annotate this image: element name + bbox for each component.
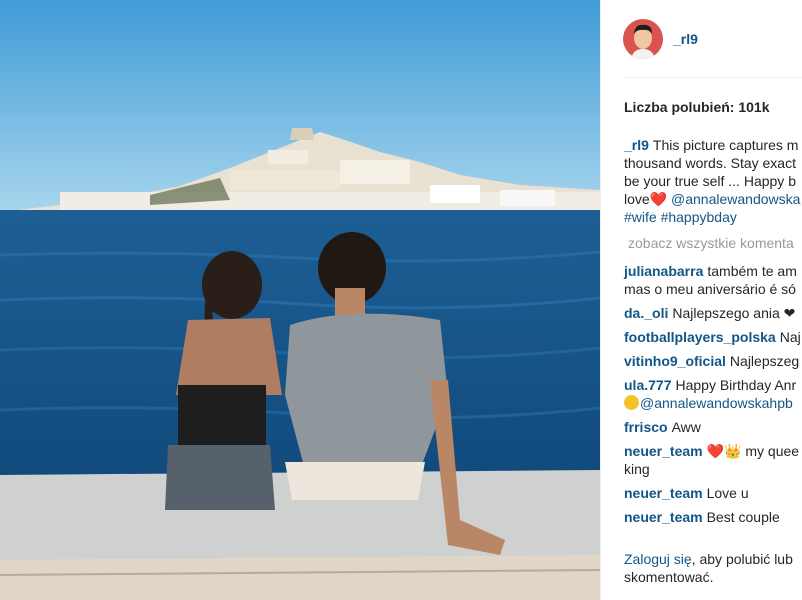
caption-mention[interactable]: @annalewandowska: [671, 191, 800, 207]
caption-text-3: be your true self ... Happy b: [624, 173, 796, 189]
caption-line-4: love❤️ @annalewandowska: [624, 190, 802, 208]
view-all-comments-link[interactable]: zobacz wszystkie komenta: [628, 235, 794, 251]
avatar[interactable]: [623, 19, 663, 59]
comment-item: neuer_team Best couple: [624, 508, 802, 526]
comment-username[interactable]: da._oli: [624, 305, 668, 321]
caption-text-1: This picture captures m: [652, 137, 799, 153]
comment-item: julianabarra também te am mas o meu anive…: [624, 262, 802, 298]
avatar-illustration-icon: [623, 19, 663, 59]
post-username[interactable]: _rl9: [673, 31, 698, 47]
heart-crown-icon: ❤️👑: [706, 443, 742, 459]
comments-list: julianabarra também te am mas o meu anive…: [624, 262, 802, 532]
comment-text: my quee: [745, 443, 800, 459]
likes-count[interactable]: Liczba polubień: 101k: [624, 99, 769, 115]
comment-text: Aww: [671, 419, 701, 435]
post-header: _rl9: [623, 18, 698, 60]
comment-username[interactable]: neuer_team: [624, 509, 703, 525]
comment-text-line-2: king: [624, 461, 650, 477]
comment-item: vitinho9_oficial Najlepszeg: [624, 352, 802, 370]
comment-username[interactable]: footballplayers_polska: [624, 329, 776, 345]
post-photo[interactable]: [0, 0, 600, 600]
comment-item: ula.777 Happy Birthday Anr @annalewandows…: [624, 376, 802, 412]
comment-text: Najlepszeg: [729, 353, 800, 369]
caption-text-4: love: [624, 191, 650, 207]
caption-hashtags[interactable]: #wife #happybday: [624, 208, 802, 226]
header-divider: [623, 77, 802, 78]
smiley-icon: [624, 395, 639, 410]
comment-item: footballplayers_polska Naj: [624, 328, 802, 346]
comment-text: Love u: [706, 485, 749, 501]
comment-text: também te am: [707, 263, 797, 279]
caption-line-1: _rl9 This picture captures m: [624, 136, 802, 154]
comment-item: neuer_team Love u: [624, 484, 802, 502]
comment-item: neuer_team ❤️👑 my quee king: [624, 442, 802, 478]
comment-text: Happy Birthday Anr: [675, 377, 797, 393]
comment-username[interactable]: ula.777: [624, 377, 671, 393]
comment-line-2: @annalewandowskahpb: [624, 394, 802, 412]
login-prompt: Zaloguj się, aby polubić lub skomentować…: [624, 550, 802, 586]
heart-icon: ❤️: [649, 191, 668, 207]
comment-text: Najlepszego ania ❤: [672, 305, 796, 321]
login-link[interactable]: Zaloguj się: [624, 551, 692, 567]
comment-username[interactable]: neuer_team: [624, 485, 703, 501]
post-caption: _rl9 This picture captures m thousand wor…: [624, 136, 802, 226]
photo-image: [0, 0, 600, 600]
comment-username[interactable]: frrisco: [624, 419, 668, 435]
caption-username[interactable]: _rl9: [624, 137, 649, 153]
caption-text-2: thousand words. Stay exact: [624, 155, 796, 171]
comment-text: Best couple: [706, 509, 780, 525]
comment-username[interactable]: julianabarra: [624, 263, 703, 279]
comment-text-line-2: mas o meu aniversário é só: [624, 281, 796, 297]
comment-item: da._oli Najlepszego ania ❤: [624, 304, 802, 322]
comment-mention[interactable]: @annalewandowskahpb: [640, 395, 793, 411]
comment-username[interactable]: vitinho9_oficial: [624, 353, 726, 369]
comment-username[interactable]: neuer_team: [624, 443, 703, 459]
comment-item: frrisco Aww: [624, 418, 802, 436]
post-sidebar: _rl9 Liczba polubień: 101k _rl9 This pict…: [600, 0, 802, 600]
comment-text: Naj: [779, 329, 801, 345]
